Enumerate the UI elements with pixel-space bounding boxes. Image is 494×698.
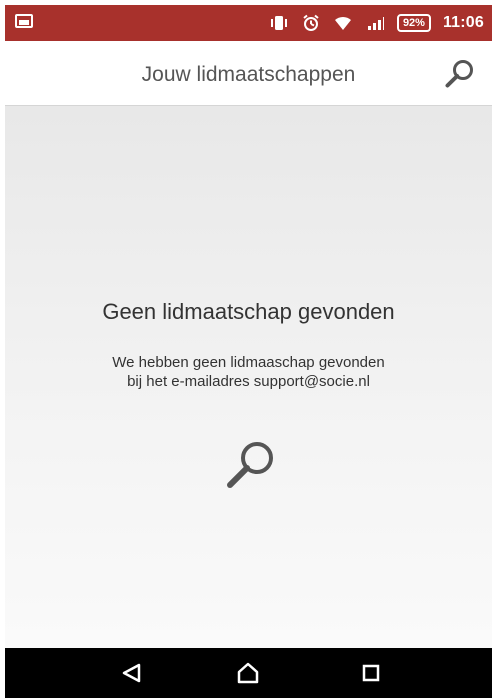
back-icon [122, 663, 141, 683]
empty-state-search-icon [220, 433, 282, 495]
alarm-icon [301, 13, 321, 33]
empty-state-title: Geen lidmaatschap gevonden [102, 299, 395, 324]
navigation-bar [5, 648, 492, 698]
empty-state: Geen lidmaatschap gevonden We hebben gee… [5, 106, 492, 648]
status-bar: 92% 11:06 [5, 5, 492, 41]
empty-state-line-1: We hebben geen lidmaaschap gevonden [112, 354, 385, 371]
home-icon [237, 662, 259, 684]
search-icon [445, 60, 473, 88]
signal-icon [365, 13, 385, 33]
empty-state-description: We hebben geen lidmaaschap gevonden bij … [5, 353, 492, 391]
empty-state-line-2: bij het e-mailadres support@socie.nl [127, 373, 370, 390]
search-button[interactable] [440, 53, 480, 93]
phone-screen: 92% 11:06 Jouw lidmaatschappen Geen lidm… [5, 5, 492, 698]
home-button[interactable] [218, 648, 278, 698]
recent-apps-button[interactable] [341, 648, 401, 698]
recent-apps-icon [362, 664, 380, 682]
battery-indicator: 92% [396, 14, 431, 32]
page-title: Jouw lidmaatschappen [141, 63, 356, 86]
back-button[interactable] [102, 648, 162, 698]
vibrate-icon [269, 13, 289, 33]
status-time: 11:06 [442, 14, 484, 31]
image-notification-icon [15, 14, 33, 28]
status-icons: 92% 11:06 [269, 5, 484, 41]
app-bar: Jouw lidmaatschappen [5, 41, 492, 106]
wifi-icon [333, 13, 353, 33]
